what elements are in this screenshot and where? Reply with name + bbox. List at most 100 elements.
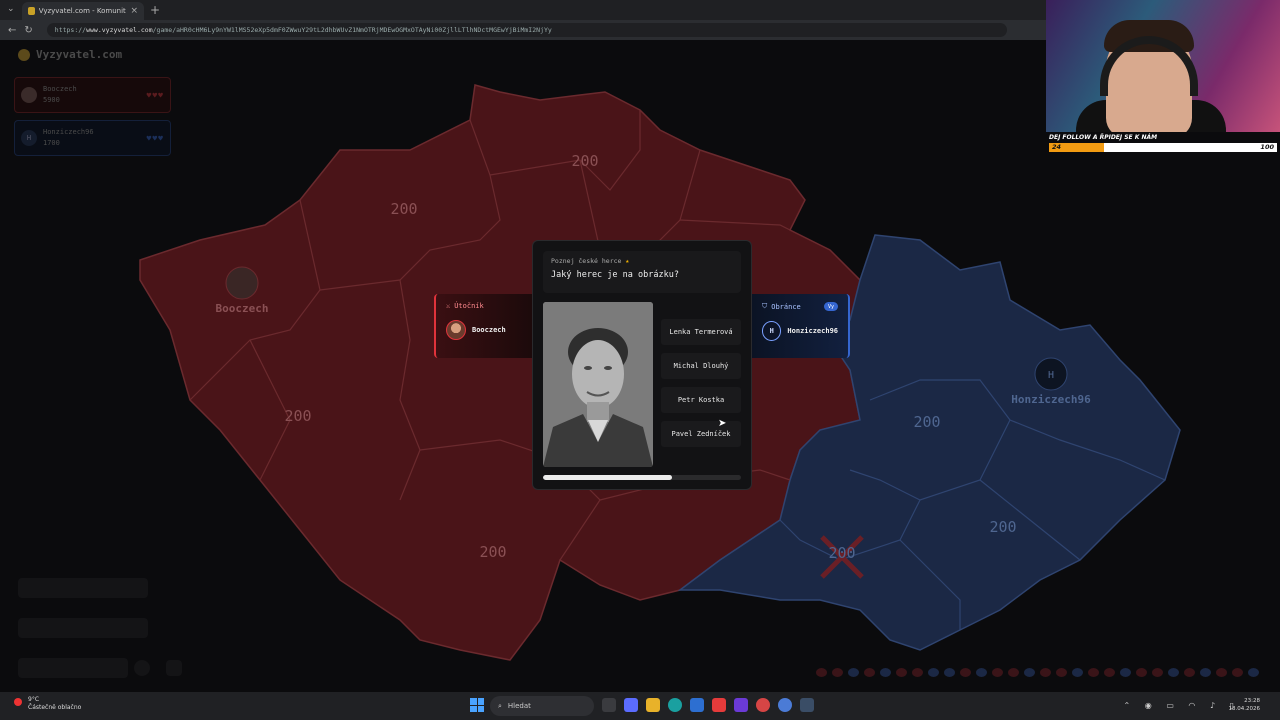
round-dot xyxy=(1040,668,1051,677)
round-dot xyxy=(896,668,907,677)
site-logo[interactable]: Vyzyvatel.com xyxy=(18,48,122,61)
reload-icon[interactable]: ↻ xyxy=(24,25,32,36)
round-dot xyxy=(1184,668,1195,677)
follow-goal-bar: 24 100 xyxy=(1049,143,1277,152)
round-dot xyxy=(816,668,827,677)
round-dot xyxy=(1168,668,1179,677)
back-icon[interactable]: ← xyxy=(8,25,16,36)
avatar xyxy=(21,87,37,103)
tab-list-icon[interactable]: ⌄ xyxy=(7,4,15,14)
steam-icon[interactable] xyxy=(800,698,814,712)
search-icon: ⌕ xyxy=(498,701,502,710)
round-dot xyxy=(912,668,923,677)
you-badge: Vy xyxy=(824,302,838,311)
follow-goal: DEJ FOLLOW A ŘPIDEJ SE K NÁM 24 100 xyxy=(1046,132,1280,164)
region-value-east: 200 xyxy=(913,413,940,431)
round-dot xyxy=(976,668,987,677)
round-dot xyxy=(1056,668,1067,677)
round-dot xyxy=(944,668,955,677)
round-dot xyxy=(928,668,939,677)
avatar: H xyxy=(21,130,37,146)
round-dot xyxy=(832,668,843,677)
answer-list: Lenka Termerová Michal Dlouhý Petr Kostk… xyxy=(661,319,741,455)
round-dot xyxy=(1072,668,1083,677)
round-dot xyxy=(992,668,1003,677)
defender-role: Obránce xyxy=(771,302,801,311)
hearts-icon: ♥♥♥ xyxy=(146,133,164,143)
question-header: Poznej české herce ★ Jaký herec je na ob… xyxy=(543,251,741,293)
youtube-icon[interactable] xyxy=(712,698,726,712)
round-dot xyxy=(1232,668,1243,677)
region-value-north: 200 xyxy=(571,152,598,170)
player-card-red: Booczech 5900 ♥♥♥ xyxy=(14,77,171,113)
weather-temp: 9°C xyxy=(28,696,40,703)
start-icon[interactable] xyxy=(470,698,484,712)
round-dot xyxy=(1120,668,1131,677)
map-player-blue-name: Honziczech96 xyxy=(1011,393,1091,406)
hearts-icon: ♥♥♥ xyxy=(146,90,164,100)
round-dot xyxy=(1088,668,1099,677)
round-indicators xyxy=(816,668,1259,677)
edge-icon[interactable] xyxy=(668,698,682,712)
weather-widget[interactable]: 9°C Částečně oblačno xyxy=(14,696,81,712)
defender-panel: ⛉ Obránce Vy H Honziczech96 xyxy=(752,294,850,358)
star-icon: ★ xyxy=(625,257,630,265)
mouse-cursor-icon: ➤ xyxy=(718,418,727,429)
url-field[interactable]: https://www.vyzyvatel.com/game/aHR0cHM6L… xyxy=(46,23,1007,37)
shield-icon: ⛉ xyxy=(762,302,768,310)
region-value-west: 200 xyxy=(284,407,311,425)
player-score: 1700 xyxy=(43,139,60,147)
follow-goal-current: 24 xyxy=(1052,143,1062,151)
chrome-icon[interactable] xyxy=(778,698,792,712)
emoji-icon[interactable] xyxy=(134,660,150,676)
answer-option-4[interactable]: Pavel Zedníček xyxy=(661,421,741,447)
follow-goal-text: DEJ FOLLOW A ŘPIDEJ SE K NÁM xyxy=(1049,134,1158,141)
attacker-panel: ⚔ Útočník Booczech xyxy=(434,294,532,358)
actor-photo xyxy=(543,302,653,467)
map-player-red-name: Booczech xyxy=(216,302,269,315)
round-dot xyxy=(880,668,891,677)
taskbar-search[interactable]: ⌕ Hledat xyxy=(490,696,594,716)
question-category: Poznej české herce xyxy=(551,257,622,265)
sword-icon: ⚔ xyxy=(446,302,451,310)
player-name: Honziczech96 xyxy=(43,128,94,136)
answer-option-1[interactable]: Lenka Termerová xyxy=(661,319,741,345)
answer-option-3[interactable]: Petr Kostka xyxy=(661,387,741,413)
answer-option-2[interactable]: Michal Dlouhý xyxy=(661,353,741,379)
copilot-icon[interactable] xyxy=(624,698,638,712)
twitch-icon[interactable] xyxy=(734,698,748,712)
follow-goal-target: 100 xyxy=(1260,143,1274,151)
file-explorer-icon[interactable] xyxy=(646,698,660,712)
question-text: Jaký herec je na obrázku? xyxy=(551,270,679,280)
round-dot xyxy=(1248,668,1259,677)
taskbar: 9°C Částečně oblačno ⌕ Hledat ⌃ ◉ ▭ ◠ ♪ … xyxy=(0,692,1280,720)
region-value-northwest: 200 xyxy=(390,200,417,218)
round-dot xyxy=(848,668,859,677)
browser-tab-bar: ⌄ Vyzyvatel.com - Komunitní vě × + xyxy=(0,0,1046,20)
tab-title: Vyzyvatel.com - Komunitní vě xyxy=(38,7,127,15)
region-value-battle: 200 xyxy=(828,544,855,562)
clock[interactable]: 23:28 18.04.2026 xyxy=(1229,697,1261,713)
new-tab-icon[interactable]: + xyxy=(150,3,160,17)
taskbar-apps xyxy=(602,698,814,712)
round-dot xyxy=(864,668,875,677)
browser-tab[interactable]: Vyzyvatel.com - Komunitní vě × xyxy=(22,2,144,20)
store-icon[interactable] xyxy=(690,698,704,712)
system-tray[interactable]: ⌃ ◉ ▭ ◠ ♪ ▯ xyxy=(1124,701,1240,710)
obs-icon[interactable] xyxy=(756,698,770,712)
address-bar: ← ↻ https://www.vyzyvatel.com/game/aHR0c… xyxy=(0,20,1046,40)
round-dot xyxy=(1024,668,1035,677)
chat-panel xyxy=(18,618,148,638)
chat-input[interactable] xyxy=(18,658,128,678)
map-player-blue-initial: H xyxy=(1048,370,1054,381)
attacker-name: Booczech xyxy=(472,326,506,334)
close-tab-icon[interactable]: × xyxy=(130,6,138,16)
url-prefix: https:// xyxy=(54,26,87,34)
player-name: Booczech xyxy=(43,85,77,93)
attacker-role: Útočník xyxy=(454,302,484,310)
round-dot xyxy=(1152,668,1163,677)
region-value-southeast: 200 xyxy=(989,518,1016,536)
round-dot xyxy=(1104,668,1115,677)
task-view-icon[interactable] xyxy=(602,698,616,712)
send-icon[interactable] xyxy=(166,660,182,676)
